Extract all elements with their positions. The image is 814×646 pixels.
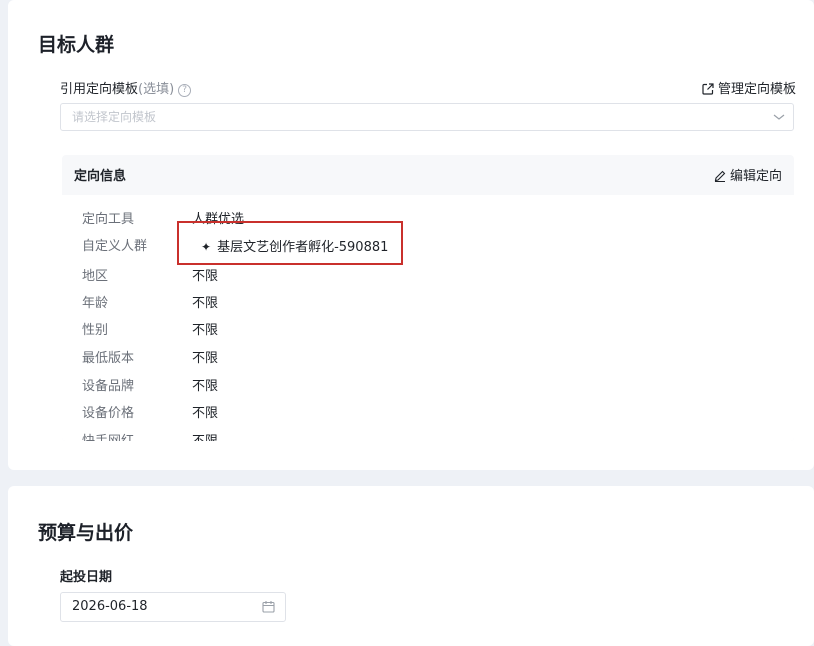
info-key: 快手网红 bbox=[82, 430, 134, 441]
info-key: 设备品牌 bbox=[82, 379, 135, 394]
start-date-value: 2026-06-18 bbox=[72, 599, 148, 614]
manage-template-link[interactable]: 管理定向模板 bbox=[702, 78, 796, 97]
chevron-down-icon bbox=[773, 114, 785, 120]
info-value: 不限 bbox=[192, 430, 218, 441]
manage-template-label: 管理定向模板 bbox=[717, 82, 796, 97]
info-value: 不限 bbox=[192, 379, 219, 394]
template-optional-text: (选填) bbox=[138, 82, 175, 97]
targeting-info-panel: 定向信息 编辑定向 定向工具 人群优选 自定义人群 地区 不限 年龄 不限 性别… bbox=[62, 155, 794, 441]
start-date-label: 起投日期 bbox=[60, 570, 113, 585]
external-link-icon bbox=[702, 83, 714, 95]
info-row-device-price: 设备价格 不限 bbox=[62, 402, 794, 422]
info-row-gender: 性别 不限 bbox=[62, 319, 794, 339]
info-key: 设备价格 bbox=[82, 406, 135, 421]
custom-audience-tag[interactable]: ✦ 基层文艺创作者孵化-590881 bbox=[201, 236, 388, 255]
info-row-region: 地区 不限 bbox=[62, 265, 794, 285]
info-row-age: 年龄 不限 bbox=[62, 292, 794, 312]
info-key: 性别 bbox=[82, 323, 109, 338]
sparkle-icon: ✦ bbox=[201, 240, 212, 254]
edit-targeting-label: 编辑定向 bbox=[729, 169, 782, 184]
info-value: 不限 bbox=[192, 406, 219, 421]
info-value: 不限 bbox=[192, 296, 219, 311]
custom-audience-value: 基层文艺创作者孵化-590881 bbox=[217, 240, 389, 255]
help-icon[interactable]: ? bbox=[178, 84, 192, 97]
template-select[interactable]: 请选择定向模板 bbox=[60, 103, 794, 131]
template-select-placeholder: 请选择定向模板 bbox=[72, 110, 157, 124]
info-value: 不限 bbox=[192, 269, 219, 284]
section-title-target: 目标人群 bbox=[38, 34, 115, 56]
calendar-icon bbox=[262, 601, 275, 613]
panel-body: 定向工具 人群优选 自定义人群 地区 不限 年龄 不限 性别 不限 最低版本 不… bbox=[62, 195, 794, 441]
info-value: 不限 bbox=[192, 323, 219, 338]
target-audience-card: 目标人群 引用定向模板(选填)? 管理定向模板 请选择定向模板 定向信息 编辑定… bbox=[8, 0, 814, 470]
info-row-kuaishou-influencer: 快手网红 不限 bbox=[62, 430, 794, 441]
panel-header: 定向信息 编辑定向 bbox=[62, 155, 794, 191]
info-row-device-brand: 设备品牌 不限 bbox=[62, 375, 794, 395]
panel-title: 定向信息 bbox=[74, 169, 127, 184]
start-date-input[interactable]: 2026-06-18 bbox=[60, 592, 286, 622]
budget-bid-card: 预算与出价 起投日期 2026-06-18 bbox=[8, 486, 814, 646]
info-key: 最低版本 bbox=[82, 351, 135, 366]
section-title-budget: 预算与出价 bbox=[38, 522, 134, 544]
template-label: 引用定向模板(选填)? bbox=[60, 78, 192, 97]
info-key: 年龄 bbox=[82, 296, 109, 311]
edit-targeting-link[interactable]: 编辑定向 bbox=[714, 165, 782, 184]
info-key: 定向工具 bbox=[82, 212, 135, 227]
pencil-icon bbox=[714, 170, 726, 182]
info-row-min-version: 最低版本 不限 bbox=[62, 347, 794, 367]
info-row-tool: 定向工具 人群优选 bbox=[62, 208, 794, 228]
info-key: 地区 bbox=[82, 269, 109, 284]
info-value: 不限 bbox=[192, 351, 219, 366]
template-label-text: 引用定向模板 bbox=[60, 82, 139, 97]
info-key: 自定义人群 bbox=[82, 239, 148, 254]
info-row-custom-audience: 自定义人群 bbox=[62, 235, 794, 255]
